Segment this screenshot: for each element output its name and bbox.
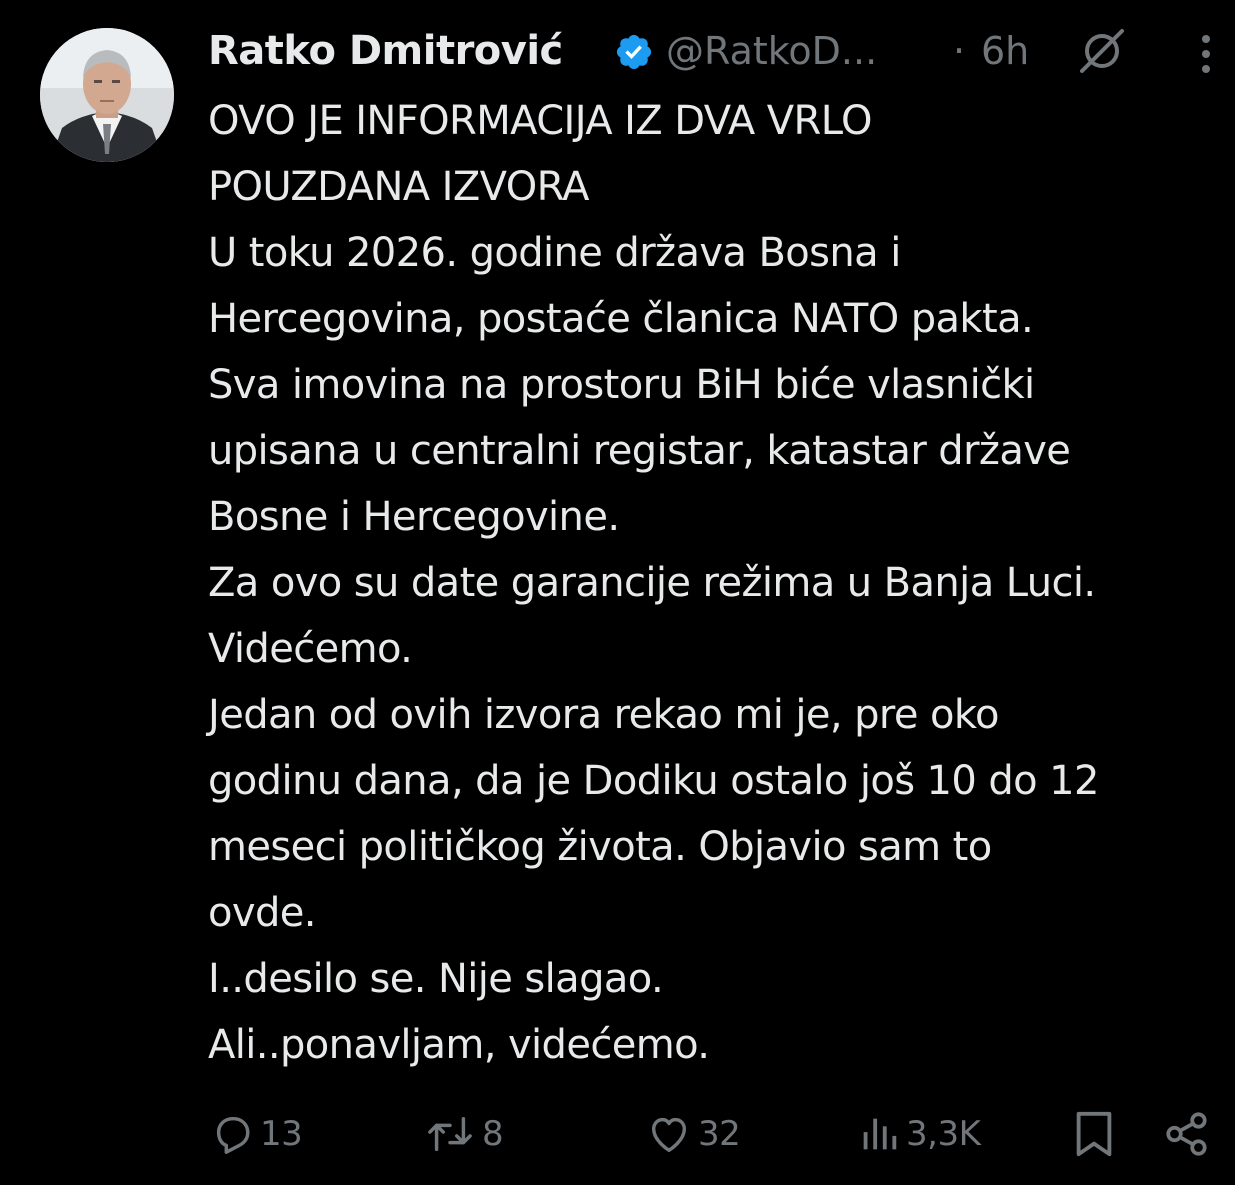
post-text: OVO JE INFORMACIJA IZ DVA VRLO POUZDANA …	[208, 88, 1228, 1078]
avatar[interactable]	[40, 28, 174, 162]
post-text-line: OVO JE INFORMACIJA IZ DVA VRLO	[208, 98, 873, 144]
post-action-bar: 13 8 32 3,3K	[0, 1104, 1235, 1164]
post-text-line: Ali..ponavljam, videćemo.	[208, 1022, 710, 1068]
post-text-line: U toku 2026. godine država Bosna i	[208, 230, 901, 276]
share-button[interactable]	[1162, 1104, 1212, 1164]
post-text-line: Sva imovina na prostoru BiH biće vlasnič…	[208, 362, 1035, 408]
share-icon	[1162, 1109, 1212, 1159]
repost-count: 8	[482, 1114, 504, 1154]
post-text-line: ovde.	[208, 890, 316, 936]
heart-icon	[644, 1111, 694, 1157]
post-text-line: Videćemo.	[208, 626, 413, 672]
avatar-photo	[40, 28, 174, 162]
reply-button[interactable]: 13	[210, 1104, 303, 1164]
like-count: 32	[698, 1114, 741, 1154]
more-vertical-icon[interactable]	[1196, 32, 1216, 76]
post-text-line: upisana u centralni registar, katastar d…	[208, 428, 1071, 474]
post-time[interactable]: 6h	[981, 26, 1029, 76]
reply-icon	[210, 1111, 256, 1157]
bookmark-button[interactable]	[1072, 1104, 1116, 1164]
post-text-line: I..desilo se. Nije slagao.	[208, 956, 664, 1002]
post-text-line: Za ovo su date garancije režima u Banja …	[208, 560, 1096, 606]
views-count: 3,3K	[906, 1114, 981, 1154]
bookmark-icon	[1072, 1109, 1116, 1159]
views-bar-chart-icon	[856, 1111, 902, 1157]
repost-icon	[422, 1111, 478, 1157]
repost-button[interactable]: 8	[422, 1104, 504, 1164]
post-text-line: Hercegovina, postaće članica NATO pakta.	[208, 296, 1034, 342]
reply-count: 13	[260, 1114, 303, 1154]
author-display-name[interactable]: Ratko Dmitrović	[208, 26, 563, 76]
post-text-line: POUZDANA IZVORA	[208, 164, 590, 210]
like-button[interactable]: 32	[644, 1104, 741, 1164]
views-button[interactable]: 3,3K	[856, 1104, 981, 1164]
post-text-line: meseci političkog života. Objavio sam to	[208, 824, 992, 870]
post-header: Ratko Dmitrović @RatkoD... · 6h	[208, 26, 1235, 76]
verified-badge-icon[interactable]	[614, 32, 654, 72]
separator-dot: ·	[953, 29, 966, 73]
post-text-line: godinu dana, da je Dodiku ostalo još 10 …	[208, 758, 1099, 804]
author-handle[interactable]: @RatkoD...	[666, 26, 877, 76]
grok-icon[interactable]	[1074, 26, 1130, 76]
post-text-line: Bosne i Hercegovine.	[208, 494, 620, 540]
post-text-line: Jedan od ovih izvora rekao mi je, pre ok…	[208, 692, 999, 738]
